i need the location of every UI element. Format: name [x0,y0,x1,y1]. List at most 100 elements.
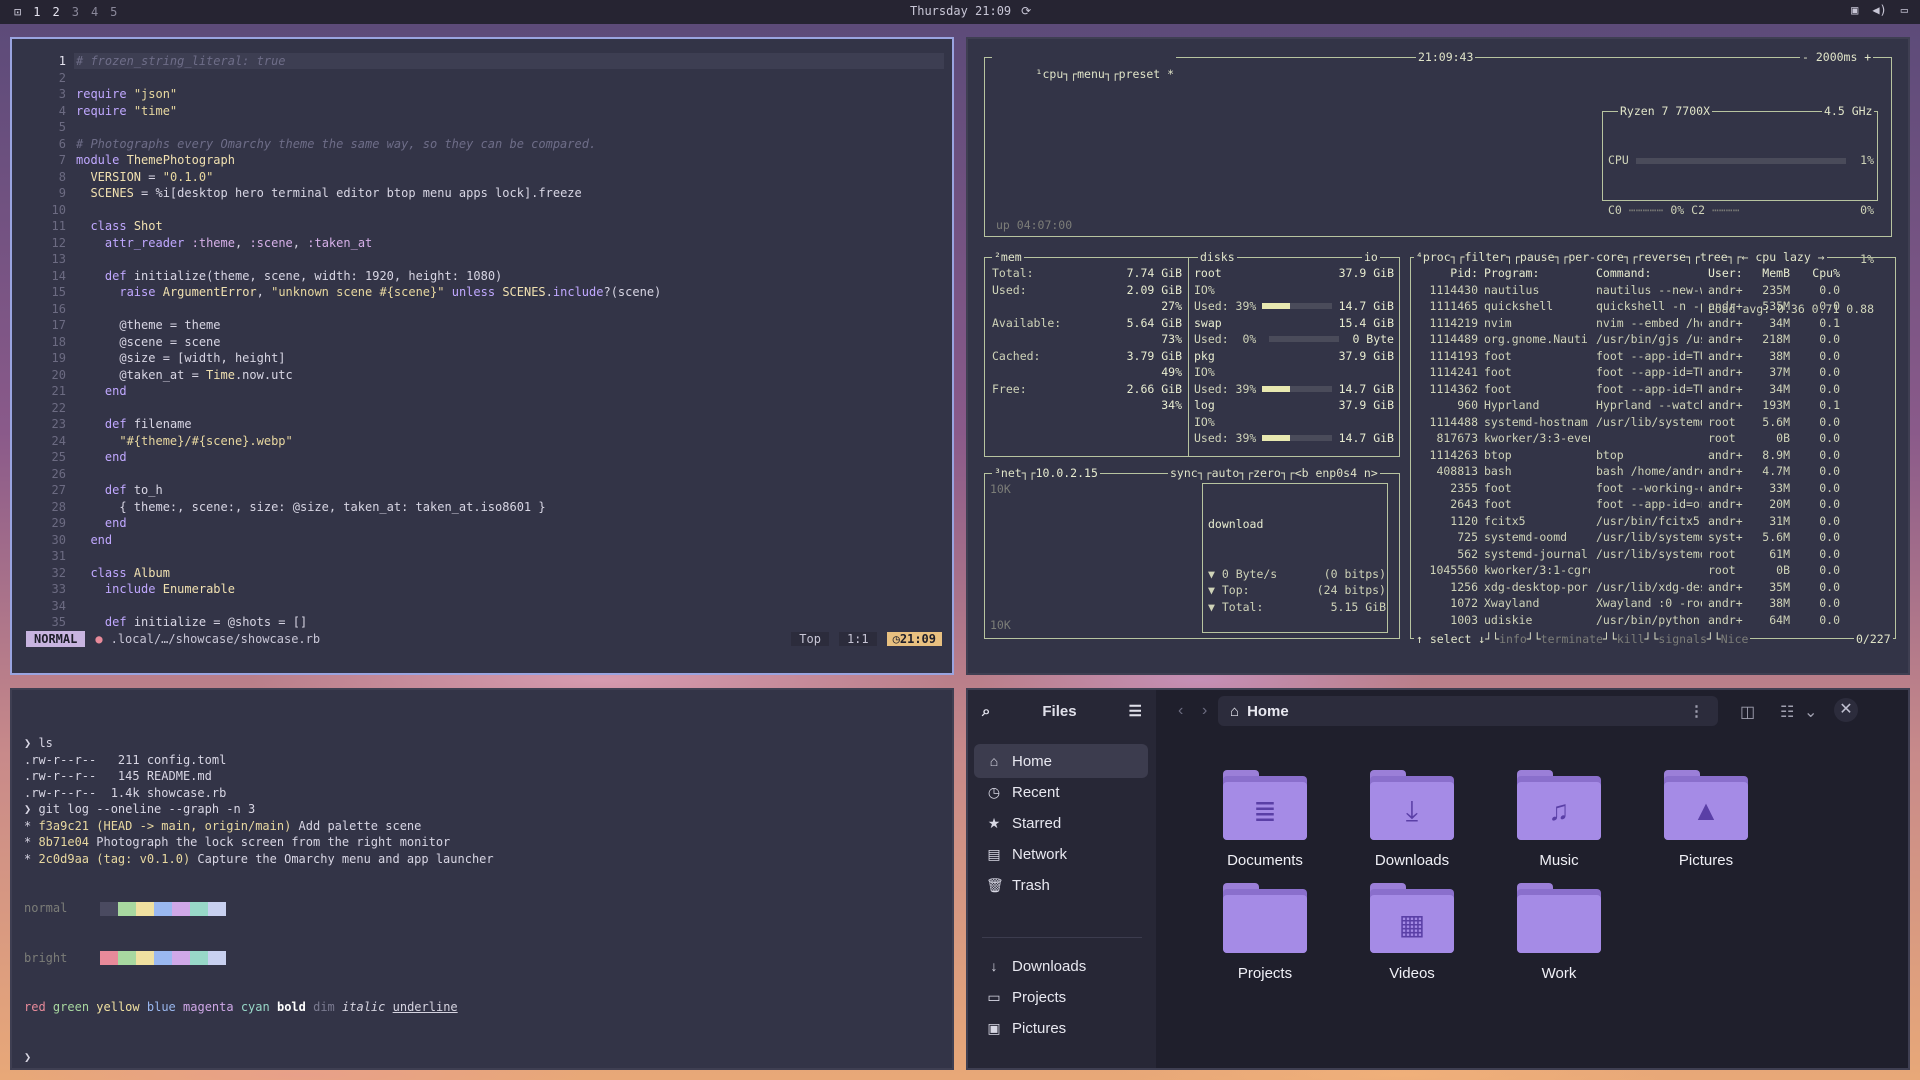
sidebar-item-starred[interactable]: ★ Starred [974,806,1148,840]
back-icon[interactable]: ‹ [1178,702,1183,720]
proc-action[interactable]: kill [1617,632,1645,646]
proc-tab[interactable]: ← cpu lazy → [1742,250,1825,264]
process-row[interactable]: 1256xdg-desktop-por/usr/lib/xdg-desktand… [1416,579,1892,596]
process-row[interactable]: 1120fcitx5/usr/bin/fcitx5 --andr+31M0.0 [1416,513,1892,530]
terminal-window[interactable]: ❯ ls .rw-r--r-- 211 config.toml .rw-r--r--… [10,688,954,1070]
menu-icon[interactable]: ⊡ [14,5,21,19]
power-icon[interactable]: ▭ [1901,3,1908,17]
search-icon[interactable]: ⌕ [982,703,990,720]
line-number: 16 [51,301,66,316]
folder-work[interactable]: Work [1494,883,1624,982]
process-row[interactable]: 960HyprlandHyprland --watchdoandr+193M0.… [1416,397,1892,414]
folder-documents[interactable]: ≣ Documents [1200,770,1330,869]
terminal-line: * f3a9c21 (HEAD -> main, origin/main) Ad… [24,818,422,833]
sidebar-item-network[interactable]: ▤ Network [974,837,1148,871]
workspace-3[interactable]: 3 [72,5,79,19]
process-table-header: Pid: Program: Command: User: MemB Cpu% [1450,266,1840,280]
proc-action[interactable]: ↑ select ↓ [1416,632,1485,646]
close-icon[interactable]: ✕ [1834,698,1858,722]
path-bar[interactable]: ⌂ Home ⋮ [1218,696,1718,726]
process-row[interactable]: 1114488systemd-hostnam/usr/lib/systemd/s… [1416,414,1892,431]
volume-icon[interactable]: ◀) [1872,3,1886,17]
folder-music[interactable]: ♫ Music [1494,770,1624,869]
proc-tab[interactable]: tree [1700,250,1728,264]
path-menu-icon[interactable]: ⋮ [1689,702,1704,720]
process-row[interactable]: 1114362footfoot --app-id=TUI.andr+34M0.0 [1416,381,1892,398]
line-number: 32 [51,565,66,580]
update-interval[interactable]: - 2000ms + [1800,49,1874,66]
workspace-5[interactable]: 5 [110,5,117,19]
sidebar-item-downloads[interactable]: ↓ Downloads [974,949,1148,983]
process-row[interactable]: 408813bashbash /home/andreasandr+4.7M0.0 [1416,463,1892,480]
workspace-1[interactable]: 1 [33,5,40,19]
code-buffer[interactable]: # frozen_string_literal: true require "j… [76,53,661,631]
folder-projects[interactable]: Projects [1200,883,1330,982]
process-row[interactable]: 817673 kworker/3:3-even root 0B 0.0 [1416,430,1892,447]
process-row[interactable]: 2355footfoot --working-dirandr+33M0.0 [1416,480,1892,497]
folder-icon [1223,883,1307,953]
sidebar-item-pictures[interactable]: ▣ Pictures [974,1011,1148,1045]
process-row[interactable]: 1111465quickshellquickshell -n -p /andr+… [1416,298,1892,315]
preset-tab[interactable]: preset * [1119,67,1174,81]
proc-tab[interactable]: reverse [1638,250,1686,264]
code-line: class Album [90,565,170,580]
proc-footer[interactable]: ↑ select ↓┘└info┘└terminate┘└kill┘└signa… [1414,631,1751,648]
process-row[interactable]: 562systemd-journal/usr/lib/systemd/sroot… [1416,546,1892,563]
proc-action[interactable]: info [1499,632,1527,646]
btop-window[interactable]: ¹cpu┐┌menu┐┌preset * 21:09:43 - 2000ms +… [966,37,1910,675]
folder-downloads[interactable]: ⤓ Downloads [1347,770,1477,869]
menu-tab[interactable]: menu [1077,67,1105,81]
proc-action[interactable]: terminate [1541,632,1603,646]
workspace-4[interactable]: 4 [91,5,98,19]
file-manager-window[interactable]: ⌕ Files ☰ ⌂ Home ◷ Recent ★ Starred ▤ Network 🗑 T… [966,688,1910,1070]
clock[interactable]: Thursday 21:09 ⟳ [910,4,1031,18]
process-row[interactable]: 1114430nautilusnautilus --new-winandr+23… [1416,282,1892,299]
hamburger-menu-icon[interactable]: ☰ [1129,702,1142,720]
folder-pictures[interactable]: ▲ Pictures [1641,770,1771,869]
forward-icon[interactable]: › [1202,702,1207,720]
screen-record-icon[interactable]: ⟳ [1021,4,1031,18]
io-toggle[interactable]: io [1362,249,1380,266]
net-options[interactable]: sync┐┌auto┐┌zero┐┌<b enp0s4 n> [1168,465,1380,482]
cpu-tab[interactable]: ¹cpu [1036,67,1064,81]
process-row[interactable]: 1045560 kworker/3:1-cgro root 0B 0.0 [1416,562,1892,579]
cpu-tabs[interactable]: ¹cpu┐┌menu┐┌preset * [992,49,1177,99]
proc-tab[interactable]: per-core [1568,250,1623,264]
modified-icon: ● [95,632,103,646]
editor-window[interactable]: 1 2 3 4 5 6 7 8 9 10 11 12 13 14 15 16 17 18 19 20 21 22 23 24 2… [10,37,954,675]
process-row[interactable]: 1114489org.gnome.Nauti/usr/bin/gjs /usr/… [1416,331,1892,348]
code-line: require "json" [76,87,178,101]
sidebar-item-label: Network [1012,845,1068,863]
screenshot-icon[interactable]: ◫ [1740,702,1755,722]
folder-videos[interactable]: ▦ Videos [1347,883,1477,982]
sidebar-item-trash[interactable]: 🗑 Trash [974,868,1148,902]
display-icon[interactable]: ▣ [1851,3,1858,17]
process-row[interactable]: 725systemd-oomd/usr/lib/systemd/ssyst+5.… [1416,529,1892,546]
sidebar-item-projects[interactable]: ▭ Projects [974,980,1148,1014]
chevron-down-icon[interactable]: ⌄ [1804,702,1817,722]
terminal-output[interactable]: ❯ ls .rw-r--r-- 211 config.toml .rw-r--r--… [24,702,494,1068]
sidebar-item-recent[interactable]: ◷ Recent [974,775,1148,809]
code-line: def initialize(theme, scene, width: 1920… [104,268,503,283]
proc-action[interactable]: signals [1658,632,1706,646]
process-row[interactable]: 1003udiskie/usr/bin/python /uandr+64M0.0 [1416,612,1892,629]
sidebar-item-home[interactable]: ⌂ Home [974,744,1148,778]
proc-tab[interactable]: filter [1464,250,1506,264]
mem-title[interactable]: ²mem [992,249,1024,266]
process-count: 0/227 [1854,631,1893,648]
process-row[interactable]: 1114241footfoot --app-id=TUI.andr+37M0.0 [1416,364,1892,381]
workspace-2[interactable]: 2 [52,5,59,19]
net-title[interactable]: ³net┐┌10.0.2.15 [992,465,1100,482]
process-row[interactable]: 1114219nvimnvim --embed /homeandr+34M0.1 [1416,315,1892,332]
process-row[interactable]: 1072XwaylandXwayland :0 -rootlandr+38M0.… [1416,595,1892,612]
process-table[interactable]: Pid: Program: Command: User: MemB Cpu% 1114430… [1416,265,1892,628]
proc-tab[interactable]: ⁴proc [1416,250,1451,264]
view-list-icon[interactable]: ☷ [1780,702,1794,722]
proc-tabs[interactable]: ⁴proc┐┌filter┐┌pause┐┌per-core┐┌reverse┐… [1414,249,1827,266]
proc-tab[interactable]: pause [1520,250,1555,264]
process-row[interactable]: 1114193footfoot --app-id=TUI.andr+38M0.0 [1416,348,1892,365]
process-row[interactable]: 2643footfoot --app-id=org.andr+20M0.0 [1416,496,1892,513]
process-row[interactable]: 1114263 btop btop andr+ 8.9M 0.0 [1416,447,1892,464]
proc-action[interactable]: Nice [1721,632,1749,646]
prompt[interactable]: ❯ [24,1049,494,1066]
